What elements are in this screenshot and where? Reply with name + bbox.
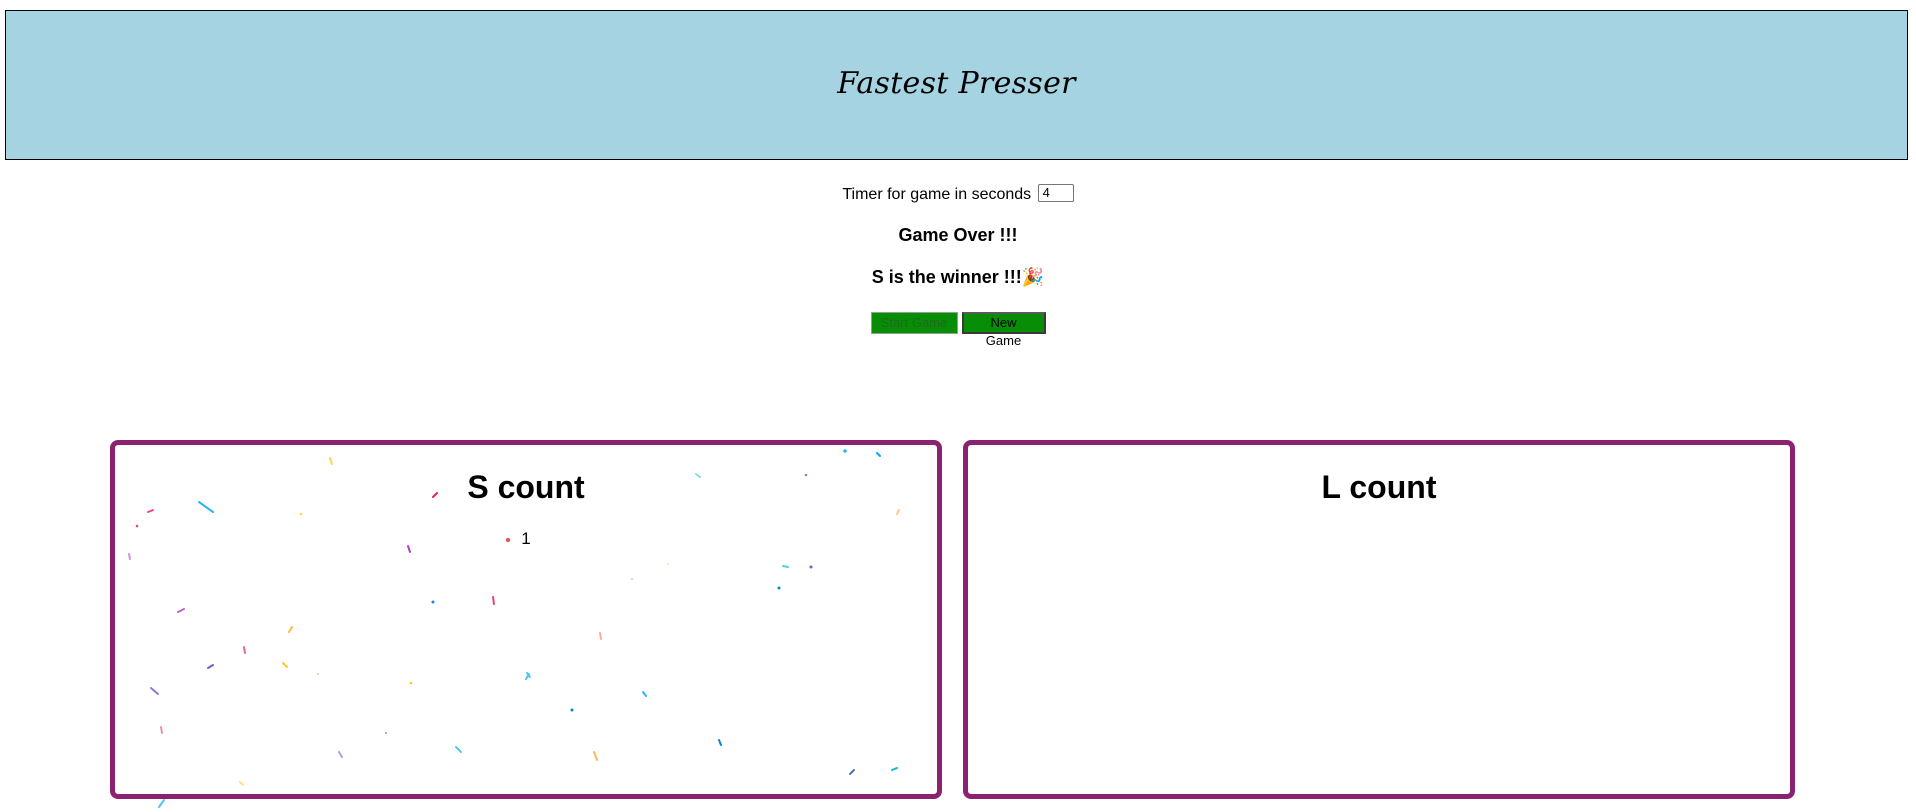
timer-row: Timer for game in seconds (0, 183, 1916, 207)
button-row: Start Game New Game (0, 312, 1916, 348)
s-count-panel: S count 1 (110, 440, 942, 799)
timer-input[interactable] (1037, 183, 1074, 202)
s-count-value: 1 (521, 529, 531, 548)
s-count-title: S count (467, 469, 585, 505)
page-title: Fastest Presser (837, 65, 1076, 101)
page-header: Fastest Presser (5, 10, 1908, 160)
winner-text: S is the winner !!!🎉 (871, 267, 1045, 287)
l-count-title: L count (1321, 469, 1437, 505)
start-game-button[interactable]: Start Game (870, 312, 958, 334)
new-game-button[interactable]: New Game (961, 312, 1046, 348)
game-over-text: Game Over !!! (898, 225, 1018, 245)
l-count-panel: L count (963, 440, 1795, 799)
timer-label: Timer for game in seconds (842, 186, 1036, 203)
